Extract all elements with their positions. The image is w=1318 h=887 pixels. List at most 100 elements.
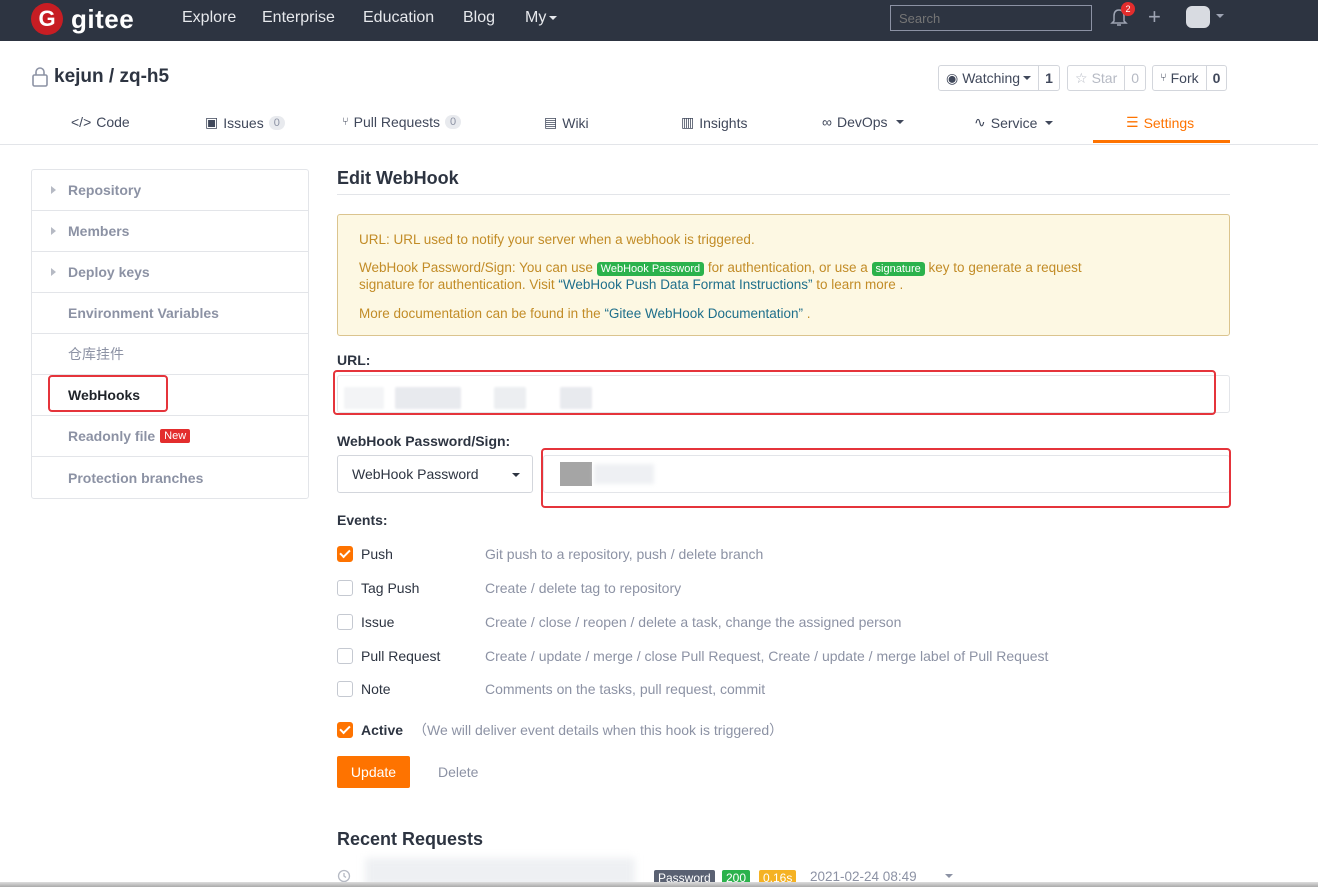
tab-service[interactable]: ∿ Service <box>974 114 1054 131</box>
pull-request-icon: ⑂ <box>342 116 349 128</box>
tab-insights-label: Insights <box>699 114 748 131</box>
nav-education[interactable]: Education <box>363 9 434 27</box>
sidebar-item-repo-widget[interactable]: 仓库挂件 <box>32 334 308 375</box>
update-button[interactable]: Update <box>337 756 410 788</box>
notice-text: More documentation can be found in the <box>359 306 601 321</box>
sidebar-item-repository[interactable]: Repository <box>32 170 308 211</box>
tab-pr-label: Pull Requests <box>353 114 440 130</box>
event-issue-row: Issue Create / close / reopen / delete a… <box>337 612 901 632</box>
push-format-doc-link[interactable]: “WebHook Push Data Format Instructions” <box>558 277 812 292</box>
notice-line-1: URL: URL used to notify your server when… <box>359 232 755 247</box>
tab-settings[interactable]: ☰ Settings <box>1126 114 1194 131</box>
recent-requests-title: Recent Requests <box>337 829 484 849</box>
event-name: Pull Request <box>361 648 441 664</box>
sidebar-item-label: Protection branches <box>68 469 204 486</box>
event-tag-push-checkbox[interactable] <box>337 580 353 596</box>
settings-sidebar: Repository Members Deploy keys Environme… <box>31 169 309 499</box>
sidebar-item-env-variables[interactable]: Environment Variables <box>32 293 308 334</box>
event-note-row: Note Comments on the tasks, pull request… <box>337 679 765 699</box>
avatar[interactable] <box>1186 6 1210 28</box>
notice-text: WebHook Password/Sign: You can use <box>359 260 593 275</box>
fork-button[interactable]: ⑂ Fork 0 <box>1152 65 1228 91</box>
password-input[interactable] <box>543 455 1230 493</box>
tab-devops[interactable]: ∞ DevOps <box>822 114 904 130</box>
fork-label: Fork <box>1170 70 1199 86</box>
tab-code-label: Code <box>96 114 130 130</box>
event-pull-request-row: Pull Request Create / update / merge / c… <box>337 646 1048 666</box>
redacted-text <box>494 387 526 409</box>
chevron-down-icon[interactable] <box>945 874 953 878</box>
chevron-down-icon[interactable] <box>1216 14 1224 18</box>
signature-tag: signature <box>871 262 925 276</box>
notice-text: . <box>806 306 811 321</box>
watching-button[interactable]: ◉ Watching 1 <box>938 65 1060 91</box>
nav-my[interactable]: My <box>525 9 558 27</box>
tab-wiki[interactable]: ▤ Wiki <box>544 114 589 131</box>
tab-devops-label: DevOps <box>836 114 888 130</box>
events-label: Events: <box>337 512 388 528</box>
repo-title: kejun / zq-h5 <box>31 66 169 88</box>
repo-separator: / <box>103 66 120 87</box>
password-type-value: WebHook Password <box>352 466 479 482</box>
watching-label: Watching <box>962 70 1021 86</box>
chevron-down-icon <box>1023 76 1032 80</box>
sidebar-item-protection-branches[interactable]: Protection branches <box>32 457 308 498</box>
redacted-text <box>344 387 384 409</box>
password-type-select[interactable]: WebHook Password <box>337 455 533 493</box>
caret-right-icon <box>51 186 56 194</box>
nav-blog[interactable]: Blog <box>463 9 495 27</box>
logo-text: gitee <box>71 3 135 34</box>
nav-enterprise[interactable]: Enterprise <box>262 9 335 27</box>
fork-icon: ⑂ <box>1160 72 1167 84</box>
sidebar-item-webhooks[interactable]: WebHooks <box>32 375 308 416</box>
sidebar-item-readonly-file[interactable]: Readonly file New <box>32 416 308 457</box>
watching-count[interactable]: 1 <box>1038 66 1059 90</box>
plus-icon[interactable]: + <box>1148 6 1161 28</box>
caret-right-icon <box>51 268 56 276</box>
star-button[interactable]: ☆ Star 0 <box>1067 65 1147 91</box>
star-count[interactable]: 0 <box>1124 66 1145 90</box>
password-label: WebHook Password/Sign: <box>337 433 511 449</box>
sidebar-item-label: Deploy keys <box>68 264 150 280</box>
nav-explore[interactable]: Explore <box>182 9 236 27</box>
gitee-logo[interactable]: G gitee <box>31 3 134 35</box>
tab-pull-requests[interactable]: ⑂ Pull Requests 0 <box>342 114 462 130</box>
sidebar-item-label: 仓库挂件 <box>68 346 124 362</box>
webhook-doc-link[interactable]: “Gitee WebHook Documentation” <box>604 306 803 321</box>
event-note-checkbox[interactable] <box>337 681 353 697</box>
search-input[interactable] <box>890 5 1092 31</box>
redacted-text <box>395 387 461 409</box>
active-row: Active （We will deliver event details wh… <box>337 720 783 740</box>
chevron-down-icon <box>895 120 904 124</box>
notice-line-4: More documentation can be found in the “… <box>359 305 811 322</box>
sidebar-item-deploy-keys[interactable]: Deploy keys <box>32 252 308 293</box>
lock-icon <box>32 67 48 87</box>
notification-badge: 2 <box>1121 2 1135 16</box>
settings-icon: ☰ <box>1126 114 1139 130</box>
redacted-text <box>594 464 654 484</box>
event-name: Push <box>361 546 393 562</box>
devops-icon: ∞ <box>822 114 832 130</box>
event-issue-checkbox[interactable] <box>337 614 353 630</box>
repo-owner-link[interactable]: kejun <box>54 66 104 88</box>
tab-insights[interactable]: ▥ Insights <box>681 114 747 131</box>
sidebar-item-members[interactable]: Members <box>32 211 308 252</box>
tab-code[interactable]: </> Code <box>71 114 130 130</box>
tab-issues-label: Issues <box>223 114 264 131</box>
event-desc: Create / update / merge / close Pull Req… <box>485 648 1049 664</box>
delete-button[interactable]: Delete <box>438 764 478 780</box>
chevron-down-icon <box>512 473 520 477</box>
fork-count[interactable]: 0 <box>1205 66 1227 90</box>
tab-wiki-label: Wiki <box>562 114 589 131</box>
url-input[interactable] <box>337 375 1230 413</box>
issues-icon: ▣ <box>205 114 219 130</box>
event-push-checkbox[interactable] <box>337 546 353 562</box>
notice-text: key to generate a request <box>928 260 1082 275</box>
repo-name-link[interactable]: zq-h5 <box>119 66 169 88</box>
active-checkbox[interactable] <box>337 722 353 738</box>
active-tab-indicator <box>1093 140 1230 143</box>
sidebar-item-label: Readonly file <box>68 428 156 444</box>
event-pull-request-checkbox[interactable] <box>337 648 353 664</box>
sidebar-item-label: WebHooks <box>68 387 141 403</box>
tab-issues[interactable]: ▣ Issues 0 <box>205 114 285 131</box>
